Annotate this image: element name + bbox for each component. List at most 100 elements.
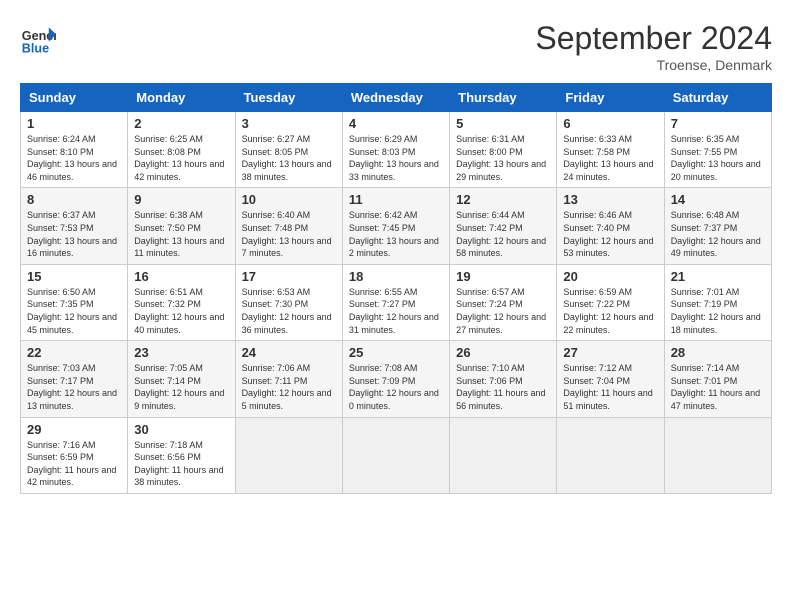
calendar-cell: 2 Sunrise: 6:25 AMSunset: 8:08 PMDaylight… bbox=[128, 112, 235, 188]
header-thursday: Thursday bbox=[450, 84, 557, 112]
calendar-cell: 19Sunrise: 6:57 AMSunset: 7:24 PMDayligh… bbox=[450, 264, 557, 340]
calendar-cell: 1 Sunrise: 6:24 AMSunset: 8:10 PMDaylight… bbox=[21, 112, 128, 188]
day-info: Sunrise: 6:40 AMSunset: 7:48 PMDaylight:… bbox=[242, 209, 336, 259]
calendar-cell: 5 Sunrise: 6:31 AMSunset: 8:00 PMDaylight… bbox=[450, 112, 557, 188]
day-number: 18 bbox=[349, 269, 443, 284]
calendar-cell: 14 Sunrise: 6:48 AMSunset: 7:37 PMDayligh… bbox=[664, 188, 771, 264]
day-info: Sunrise: 6:29 AMSunset: 8:03 PMDaylight:… bbox=[349, 133, 443, 183]
day-number: 29 bbox=[27, 422, 121, 437]
title-section: September 2024 Troense, Denmark bbox=[535, 20, 772, 73]
day-number: 30 bbox=[134, 422, 228, 437]
day-info: Sunrise: 6:46 AMSunset: 7:40 PMDaylight:… bbox=[563, 209, 657, 259]
header-tuesday: Tuesday bbox=[235, 84, 342, 112]
calendar-cell: 21 Sunrise: 7:01 AMSunset: 7:19 PMDayligh… bbox=[664, 264, 771, 340]
calendar-cell: 9Sunrise: 6:38 AMSunset: 7:50 PMDaylight… bbox=[128, 188, 235, 264]
day-number: 13 bbox=[563, 192, 657, 207]
day-number: 26 bbox=[456, 345, 550, 360]
day-info: Sunrise: 7:14 AMSunset: 7:01 PMDaylight:… bbox=[671, 362, 765, 412]
day-number: 16 bbox=[134, 269, 228, 284]
calendar-cell: 24Sunrise: 7:06 AMSunset: 7:11 PMDayligh… bbox=[235, 341, 342, 417]
page-header: General Blue September 2024 Troense, Den… bbox=[20, 20, 772, 73]
header-wednesday: Wednesday bbox=[342, 84, 449, 112]
day-info: Sunrise: 6:25 AMSunset: 8:08 PMDaylight:… bbox=[134, 133, 228, 183]
header-saturday: Saturday bbox=[664, 84, 771, 112]
day-info: Sunrise: 6:37 AMSunset: 7:53 PMDaylight:… bbox=[27, 209, 121, 259]
day-number: 21 bbox=[671, 269, 765, 284]
day-number: 15 bbox=[27, 269, 121, 284]
day-info: Sunrise: 6:48 AMSunset: 7:37 PMDaylight:… bbox=[671, 209, 765, 259]
svg-text:Blue: Blue bbox=[22, 41, 49, 55]
day-number: 27 bbox=[563, 345, 657, 360]
calendar-table: Sunday Monday Tuesday Wednesday Thursday… bbox=[20, 83, 772, 494]
day-info: Sunrise: 6:42 AMSunset: 7:45 PMDaylight:… bbox=[349, 209, 443, 259]
calendar-cell: 12Sunrise: 6:44 AMSunset: 7:42 PMDayligh… bbox=[450, 188, 557, 264]
day-number: 20 bbox=[563, 269, 657, 284]
day-info: Sunrise: 6:24 AMSunset: 8:10 PMDaylight:… bbox=[27, 133, 121, 183]
day-info: Sunrise: 6:38 AMSunset: 7:50 PMDaylight:… bbox=[134, 209, 228, 259]
calendar-cell: 18 Sunrise: 6:55 AMSunset: 7:27 PMDayligh… bbox=[342, 264, 449, 340]
calendar-cell: 10 Sunrise: 6:40 AMSunset: 7:48 PMDayligh… bbox=[235, 188, 342, 264]
day-number: 11 bbox=[349, 192, 443, 207]
calendar-cell: 20Sunrise: 6:59 AMSunset: 7:22 PMDayligh… bbox=[557, 264, 664, 340]
calendar-cell bbox=[664, 417, 771, 493]
day-info: Sunrise: 7:03 AMSunset: 7:17 PMDaylight:… bbox=[27, 362, 121, 412]
day-number: 28 bbox=[671, 345, 765, 360]
calendar-title: September 2024 bbox=[535, 20, 772, 57]
calendar-cell bbox=[450, 417, 557, 493]
calendar-cell: 11 Sunrise: 6:42 AMSunset: 7:45 PMDayligh… bbox=[342, 188, 449, 264]
day-info: Sunrise: 7:01 AMSunset: 7:19 PMDaylight:… bbox=[671, 286, 765, 336]
day-number: 5 bbox=[456, 116, 550, 131]
day-info: Sunrise: 6:50 AMSunset: 7:35 PMDaylight:… bbox=[27, 286, 121, 336]
calendar-cell: 25 Sunrise: 7:08 AMSunset: 7:09 PMDayligh… bbox=[342, 341, 449, 417]
day-info: Sunrise: 7:10 AMSunset: 7:06 PMDaylight:… bbox=[456, 362, 550, 412]
day-number: 6 bbox=[563, 116, 657, 131]
day-number: 3 bbox=[242, 116, 336, 131]
day-number: 25 bbox=[349, 345, 443, 360]
calendar-cell: 27Sunrise: 7:12 AMSunset: 7:04 PMDayligh… bbox=[557, 341, 664, 417]
calendar-cell: 7 Sunrise: 6:35 AMSunset: 7:55 PMDaylight… bbox=[664, 112, 771, 188]
day-number: 1 bbox=[27, 116, 121, 131]
calendar-cell: 26 Sunrise: 7:10 AMSunset: 7:06 PMDayligh… bbox=[450, 341, 557, 417]
header-monday: Monday bbox=[128, 84, 235, 112]
calendar-week-row: 22 Sunrise: 7:03 AMSunset: 7:17 PMDayligh… bbox=[21, 341, 772, 417]
calendar-cell: 13 Sunrise: 6:46 AMSunset: 7:40 PMDayligh… bbox=[557, 188, 664, 264]
day-number: 10 bbox=[242, 192, 336, 207]
logo-icon: General Blue bbox=[20, 20, 56, 56]
day-number: 14 bbox=[671, 192, 765, 207]
calendar-cell: 30 Sunrise: 7:18 AMSunset: 6:56 PMDayligh… bbox=[128, 417, 235, 493]
calendar-cell: 29 Sunrise: 7:16 AMSunset: 6:59 PMDayligh… bbox=[21, 417, 128, 493]
day-number: 4 bbox=[349, 116, 443, 131]
calendar-cell bbox=[342, 417, 449, 493]
day-number: 22 bbox=[27, 345, 121, 360]
day-info: Sunrise: 6:53 AMSunset: 7:30 PMDaylight:… bbox=[242, 286, 336, 336]
calendar-week-row: 1 Sunrise: 6:24 AMSunset: 8:10 PMDaylight… bbox=[21, 112, 772, 188]
calendar-cell: 28 Sunrise: 7:14 AMSunset: 7:01 PMDayligh… bbox=[664, 341, 771, 417]
calendar-header: Sunday Monday Tuesday Wednesday Thursday… bbox=[21, 84, 772, 112]
calendar-cell: 23 Sunrise: 7:05 AMSunset: 7:14 PMDayligh… bbox=[128, 341, 235, 417]
day-info: Sunrise: 6:33 AMSunset: 7:58 PMDaylight:… bbox=[563, 133, 657, 183]
day-number: 12 bbox=[456, 192, 550, 207]
calendar-cell bbox=[235, 417, 342, 493]
calendar-week-row: 29 Sunrise: 7:16 AMSunset: 6:59 PMDayligh… bbox=[21, 417, 772, 493]
logo: General Blue bbox=[20, 20, 56, 56]
day-info: Sunrise: 7:08 AMSunset: 7:09 PMDaylight:… bbox=[349, 362, 443, 412]
day-info: Sunrise: 7:18 AMSunset: 6:56 PMDaylight:… bbox=[134, 439, 228, 489]
calendar-cell: 8Sunrise: 6:37 AMSunset: 7:53 PMDaylight… bbox=[21, 188, 128, 264]
calendar-week-row: 8Sunrise: 6:37 AMSunset: 7:53 PMDaylight… bbox=[21, 188, 772, 264]
day-number: 23 bbox=[134, 345, 228, 360]
day-info: Sunrise: 6:35 AMSunset: 7:55 PMDaylight:… bbox=[671, 133, 765, 183]
day-info: Sunrise: 6:51 AMSunset: 7:32 PMDaylight:… bbox=[134, 286, 228, 336]
day-info: Sunrise: 6:57 AMSunset: 7:24 PMDaylight:… bbox=[456, 286, 550, 336]
calendar-cell: 15 Sunrise: 6:50 AMSunset: 7:35 PMDayligh… bbox=[21, 264, 128, 340]
day-info: Sunrise: 6:55 AMSunset: 7:27 PMDaylight:… bbox=[349, 286, 443, 336]
calendar-cell: 22 Sunrise: 7:03 AMSunset: 7:17 PMDayligh… bbox=[21, 341, 128, 417]
calendar-cell: 16 Sunrise: 6:51 AMSunset: 7:32 PMDayligh… bbox=[128, 264, 235, 340]
day-info: Sunrise: 6:31 AMSunset: 8:00 PMDaylight:… bbox=[456, 133, 550, 183]
calendar-cell: 3Sunrise: 6:27 AMSunset: 8:05 PMDaylight… bbox=[235, 112, 342, 188]
day-info: Sunrise: 7:06 AMSunset: 7:11 PMDaylight:… bbox=[242, 362, 336, 412]
day-number: 7 bbox=[671, 116, 765, 131]
day-info: Sunrise: 7:16 AMSunset: 6:59 PMDaylight:… bbox=[27, 439, 121, 489]
header-row: Sunday Monday Tuesday Wednesday Thursday… bbox=[21, 84, 772, 112]
day-number: 2 bbox=[134, 116, 228, 131]
day-info: Sunrise: 7:05 AMSunset: 7:14 PMDaylight:… bbox=[134, 362, 228, 412]
